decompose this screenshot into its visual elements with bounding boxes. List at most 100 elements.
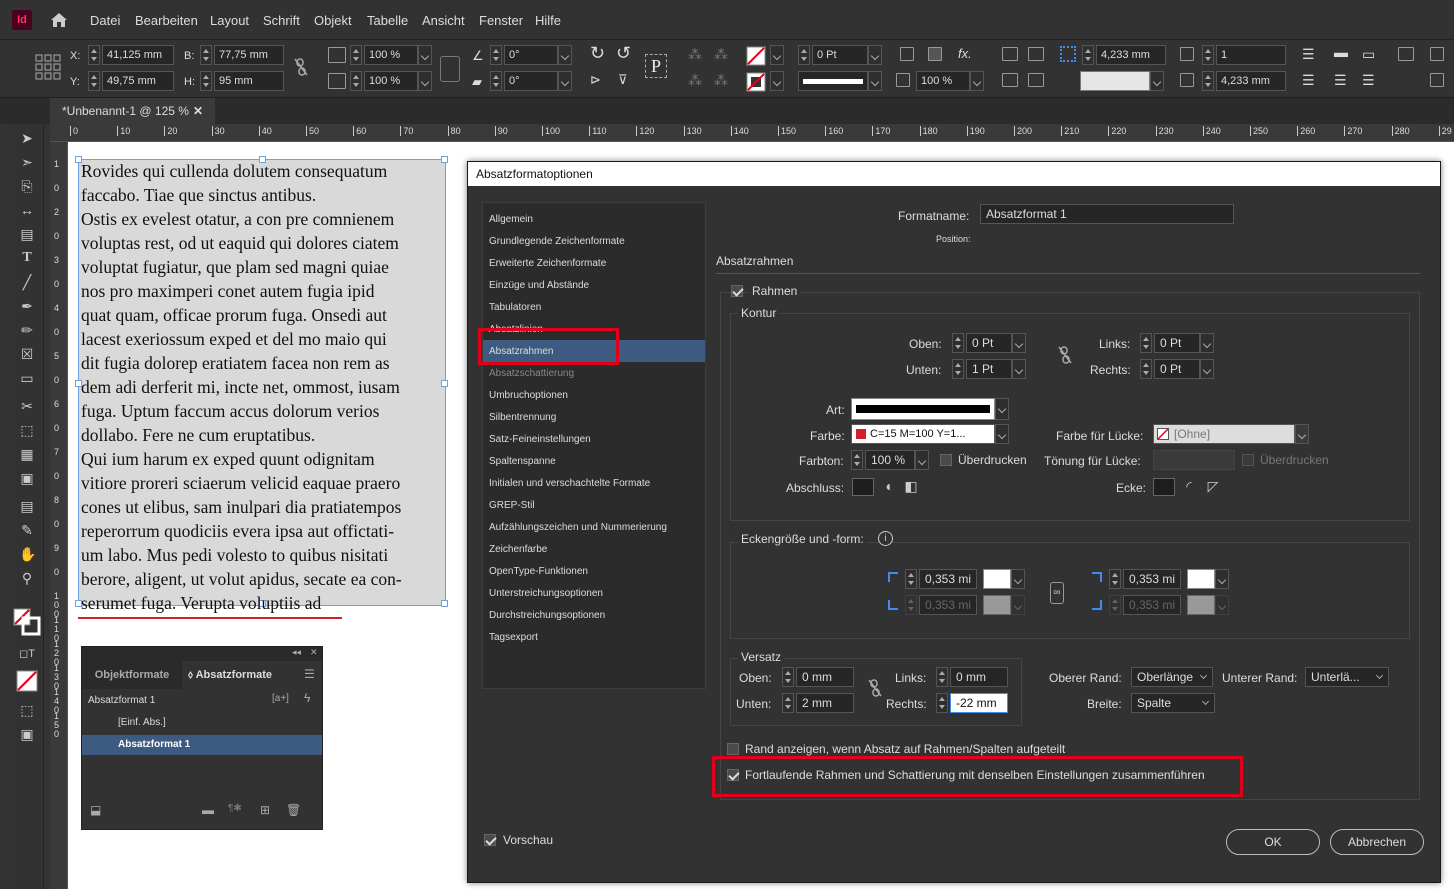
collapse-icon[interactable]: ◂◂ — [292, 647, 301, 658]
oben-dropdown[interactable] — [1012, 333, 1026, 353]
clear-overrides-icon[interactable]: ¶✱ — [228, 803, 242, 814]
zoom-tool-icon[interactable]: ⚲ — [19, 570, 35, 586]
columns-stepper[interactable] — [1202, 45, 1214, 65]
menu-ansicht[interactable]: Ansicht — [422, 13, 465, 28]
corner3-field[interactable]: 0,353 mi — [919, 595, 977, 615]
document-tab[interactable]: *Unbenannt-1 @ 125 % ✕ — [50, 98, 215, 124]
shear-stepper[interactable] — [490, 71, 502, 91]
scale-x-dropdown[interactable] — [418, 45, 432, 65]
drop-shadow-icon[interactable] — [928, 47, 942, 61]
frame-handle[interactable] — [441, 156, 448, 163]
stroke-type-dropdown[interactable] — [995, 398, 1009, 420]
menu-hilfe[interactable]: Hilfe — [535, 13, 561, 28]
direct-selection-tool-icon[interactable]: ➣ — [19, 154, 35, 170]
cap-round-icon[interactable]: ◖ — [877, 478, 899, 496]
info-icon[interactable]: i — [878, 531, 893, 546]
rotate-cw-icon[interactable]: ↻ — [590, 43, 605, 64]
cap-projecting-icon[interactable]: ◧ — [900, 478, 922, 496]
chain-icon[interactable] — [294, 58, 308, 76]
stroke-type-select[interactable] — [851, 398, 995, 420]
y-field[interactable]: 49,75 mm — [102, 71, 174, 91]
corner1-stepper[interactable] — [905, 569, 917, 589]
corner3-dropdown[interactable] — [1011, 595, 1025, 615]
vertical-ruler[interactable]: 1020304050607080901 0 01 1 01 2 01 3 01 … — [50, 142, 68, 889]
panel-header[interactable]: ◂◂ ✕ — [82, 647, 322, 661]
span-icon[interactable]: ▭ — [1362, 46, 1375, 63]
list-item-selected[interactable]: Absatzformat 1 — [82, 735, 322, 755]
menu-schrift[interactable]: Schrift — [263, 13, 300, 28]
corner1-dropdown[interactable] — [1011, 569, 1025, 589]
farbton-field[interactable]: 100 % — [865, 450, 915, 470]
stroke-weight-field[interactable]: 0 Pt — [812, 45, 868, 65]
style-dropdown[interactable] — [1150, 71, 1164, 91]
line-tool-icon[interactable]: ╱ — [19, 274, 35, 290]
close-icon[interactable]: ✕ — [193, 98, 203, 124]
category-item[interactable]: Erweiterte Zeichenformate — [483, 252, 705, 274]
farbe-luecke-select[interactable]: [Ohne] — [1153, 424, 1295, 444]
corner3-stepper[interactable] — [905, 595, 917, 615]
new-style-icon[interactable]: ⊞ — [260, 803, 270, 817]
corner-link-icon[interactable]: ∞ — [1050, 582, 1064, 604]
opacity-field[interactable]: 100 % — [916, 71, 970, 91]
rectangle-frame-tool-icon[interactable]: ☒ — [19, 346, 35, 362]
ueberdrucken-checkbox[interactable] — [940, 454, 952, 466]
y-stepper[interactable] — [88, 71, 100, 91]
frame-handle[interactable] — [441, 380, 448, 387]
fill-dropdown[interactable] — [770, 45, 784, 65]
angle-stepper[interactable] — [490, 45, 502, 65]
v-links-stepper[interactable] — [936, 667, 948, 687]
stroke-none-icon[interactable] — [746, 72, 766, 92]
b-stepper[interactable] — [200, 45, 212, 65]
panel-menu-icon[interactable]: ☰ — [304, 667, 315, 681]
angle-dropdown[interactable] — [558, 45, 572, 65]
eyedropper-tool-icon[interactable]: ✎ — [19, 522, 35, 538]
category-item[interactable]: Umbruchoptionen — [483, 384, 705, 406]
corner4-field[interactable]: 0,353 mi — [1123, 595, 1181, 615]
menu-fenster[interactable]: Fenster — [479, 13, 523, 28]
stroke-weight-stepper[interactable] — [798, 45, 810, 65]
farbe-luecke-dropdown[interactable] — [1295, 424, 1309, 444]
list-item[interactable]: [Einf. Abs.] — [82, 713, 322, 733]
category-item[interactable]: Satz-Feineinstellungen — [483, 428, 705, 450]
scale-y-field[interactable]: 100 % — [364, 71, 418, 91]
preview-mode-icon[interactable]: ▣ — [19, 726, 35, 742]
category-item[interactable]: Unterstreichungsoptionen — [483, 582, 705, 604]
align-icon[interactable]: ⁂ — [688, 46, 702, 63]
align-bottom-icon[interactable]: ☰ — [1302, 72, 1315, 89]
rechts-field[interactable]: 0 Pt — [1154, 359, 1200, 379]
selection-tool-icon[interactable]: ➤ — [19, 130, 35, 146]
scale-x-field[interactable]: 100 % — [364, 45, 418, 65]
menu-tabelle[interactable]: Tabelle — [367, 13, 408, 28]
corner4-stepper[interactable] — [1109, 595, 1121, 615]
stroke-weight-dropdown[interactable] — [868, 45, 882, 65]
category-item[interactable]: Durchstreichungsoptionen — [483, 604, 705, 626]
column-gutter-stepper[interactable] — [1202, 71, 1214, 91]
b-field[interactable]: 77,75 mm — [214, 45, 284, 65]
pen-tool-icon[interactable]: ✒ — [19, 298, 35, 314]
frame-handle[interactable] — [441, 600, 448, 607]
x-stepper[interactable] — [88, 45, 100, 65]
links-stepper[interactable] — [1140, 333, 1152, 353]
extra-2-icon[interactable] — [1430, 73, 1444, 87]
link-values-icon[interactable] — [1058, 346, 1072, 364]
reference-point-icon[interactable] — [35, 54, 61, 80]
fill-none-icon[interactable] — [746, 46, 766, 66]
cancel-button[interactable]: Abbrechen — [1330, 829, 1424, 855]
rotate-ccw-icon[interactable]: ↺ — [616, 43, 631, 64]
shear-field[interactable]: 0° — [504, 71, 558, 91]
auto-fit-icon[interactable] — [1398, 47, 1414, 61]
vorschau-checkbox[interactable] — [484, 834, 496, 846]
extra-icon[interactable] — [1430, 47, 1444, 61]
home-icon[interactable] — [50, 12, 68, 28]
text-wrap-icon[interactable] — [1002, 47, 1018, 61]
v-unten-stepper[interactable] — [782, 693, 794, 713]
menu-bearbeiten[interactable]: Bearbeiten — [135, 13, 198, 28]
gutter-field[interactable]: 4,233 mm — [1096, 45, 1166, 65]
category-item[interactable]: Tabulatoren — [483, 296, 705, 318]
category-item[interactable]: Allgemein — [483, 208, 705, 230]
cap-butt-icon[interactable] — [852, 478, 874, 496]
formatname-field[interactable]: Absatzformat 1 — [980, 204, 1234, 224]
scale-y-stepper[interactable] — [350, 71, 362, 91]
content-collector-icon[interactable]: ▤ — [19, 226, 35, 242]
unten-stepper[interactable] — [952, 359, 964, 379]
